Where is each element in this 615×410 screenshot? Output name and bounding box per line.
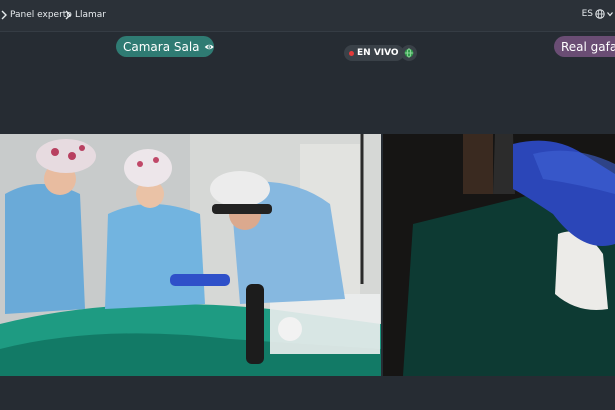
room-camera-video[interactable]: [0, 134, 381, 376]
room-camera-tag[interactable]: Camara Sala: [116, 36, 214, 57]
bottom-bar: [0, 376, 615, 410]
glasses-view-scene: [383, 134, 615, 376]
breadcrumb-llamar: Llamar: [75, 10, 107, 20]
globe-icon: [595, 9, 605, 19]
eye-icon[interactable]: [204, 42, 214, 52]
live-indicator: EN VIVO: [344, 45, 404, 61]
room-camera-label: Camara Sala: [123, 39, 200, 54]
breadcrumb-panel-experto[interactable]: Panel experto: [10, 10, 72, 20]
chevron-right-icon: [1, 10, 7, 20]
connection-globe-button[interactable]: [401, 45, 417, 61]
glasses-camera-label: Real gafas: [561, 39, 615, 54]
live-label: EN VIVO: [357, 48, 399, 58]
top-navigation-bar: Panel experto Llamar ES: [0, 0, 615, 32]
globe-icon: [404, 48, 414, 58]
operating-room-scene: [0, 134, 381, 376]
chevron-down-icon: [607, 12, 613, 17]
glasses-camera-video[interactable]: [383, 134, 615, 376]
record-dot-icon: [349, 50, 354, 56]
language-selector[interactable]: ES: [582, 9, 613, 19]
glasses-camera-tag[interactable]: Real gafas: [554, 36, 615, 57]
language-code: ES: [581, 9, 593, 19]
chevron-right-icon: [65, 10, 71, 20]
